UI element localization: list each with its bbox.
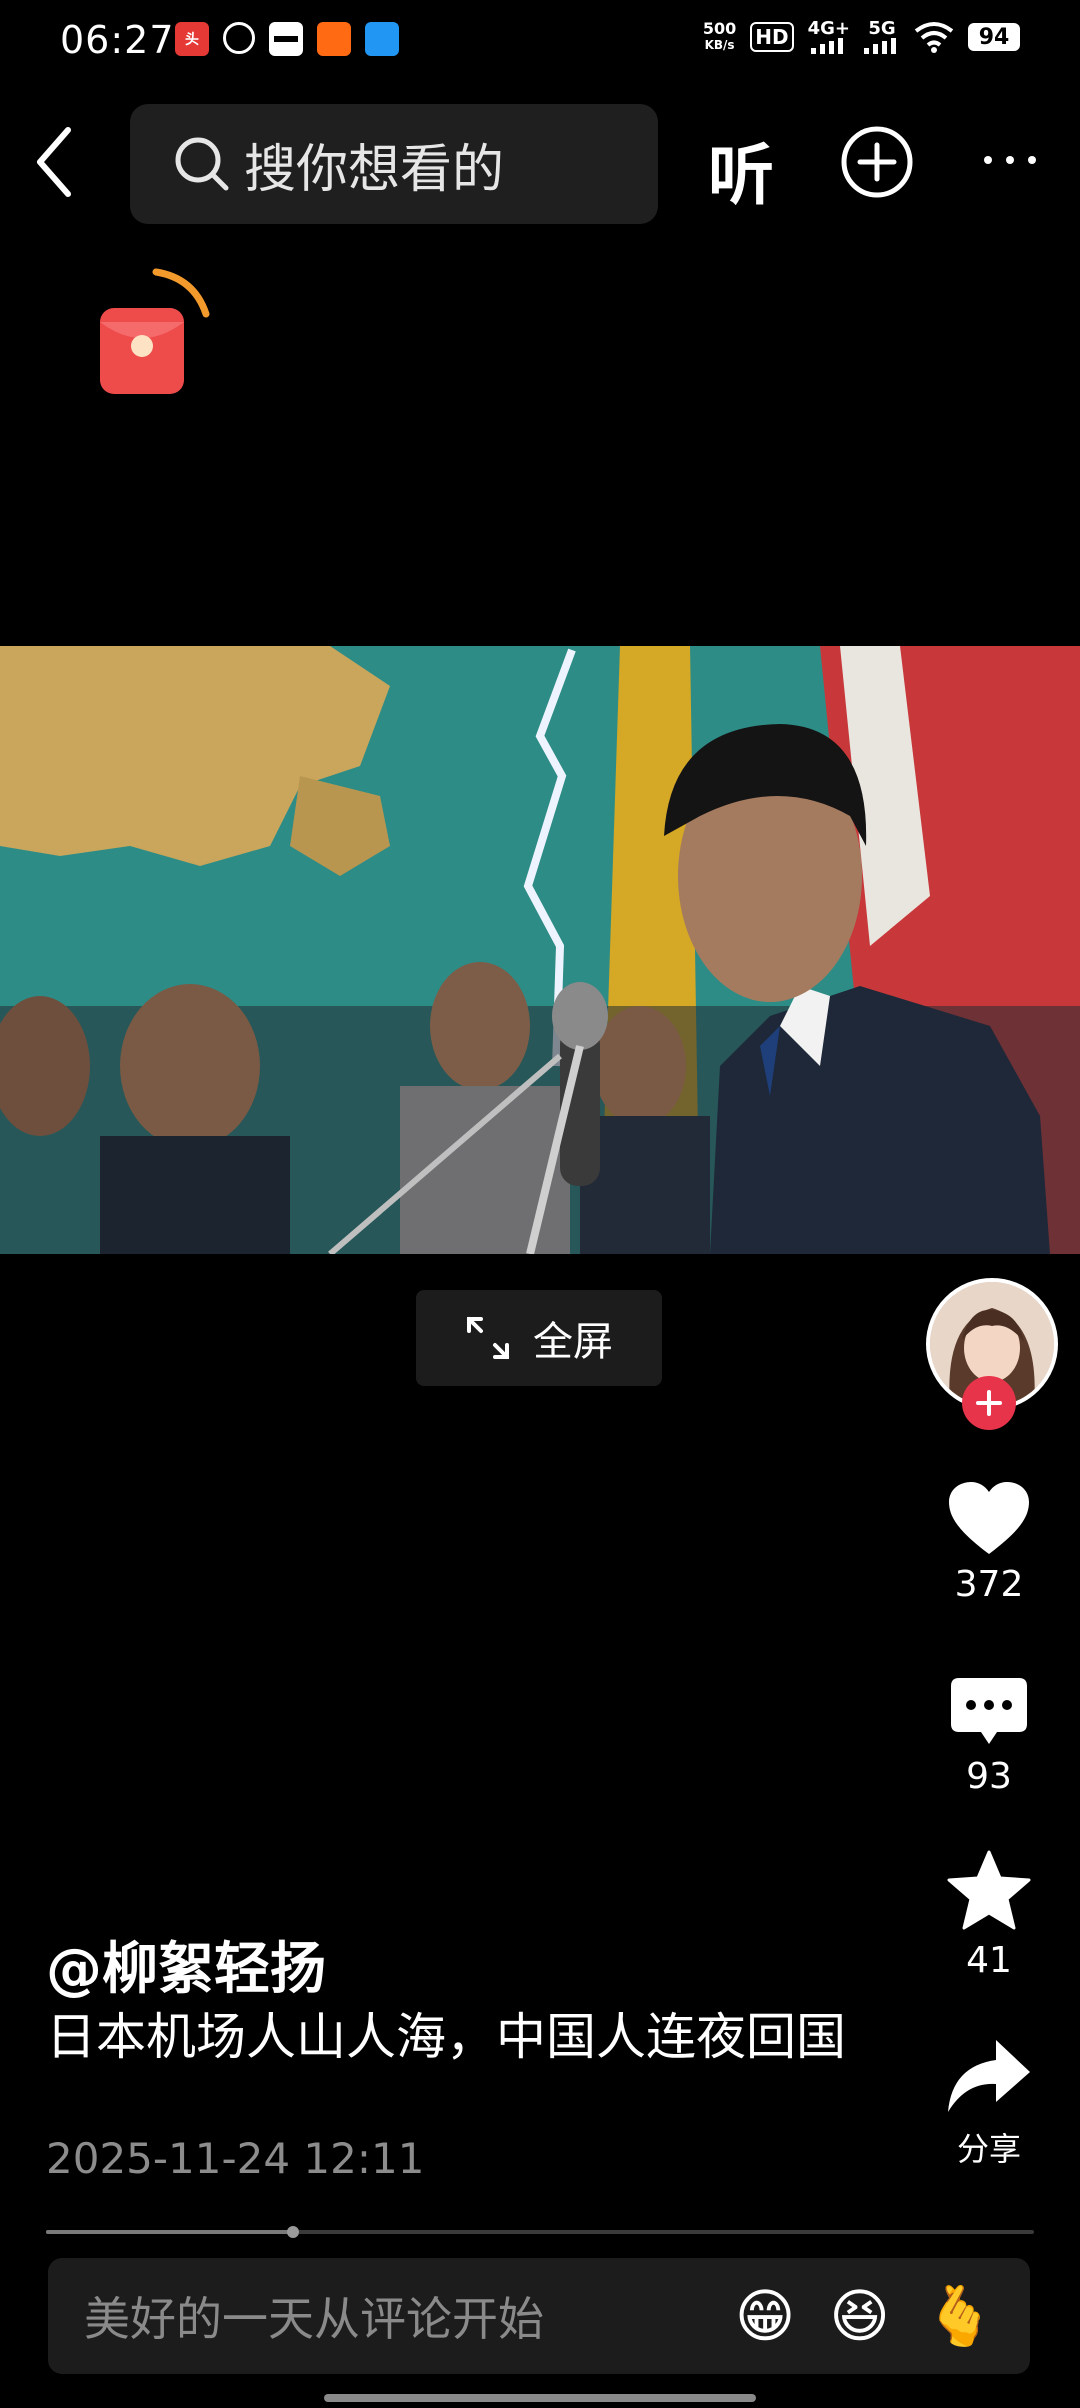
system-icons: 500 KB/s HD 4G+ 5G 94	[703, 20, 1020, 54]
toutiao-icon: 头	[175, 22, 209, 56]
back-button[interactable]	[28, 122, 84, 202]
expand-icon	[467, 1317, 509, 1359]
listen-button[interactable]: 听	[708, 122, 774, 218]
post-timestamp: 2025-11-24 12:11	[46, 2134, 425, 2183]
finger-heart-emoji-button[interactable]: 🫰	[924, 2287, 996, 2345]
signal-5g: 5G	[864, 20, 900, 54]
favorite-button[interactable]: 41	[920, 1850, 1058, 1981]
favorite-count: 41	[966, 1940, 1012, 1981]
heart-icon	[949, 1482, 1029, 1554]
net-speed: 500 KB/s	[703, 21, 736, 53]
fullscreen-label: 全屏	[533, 1319, 613, 1365]
plus-circle-icon	[841, 126, 913, 198]
app-icon	[223, 22, 255, 54]
hd-badge: HD	[750, 22, 794, 52]
search-placeholder: 搜你想看的	[244, 139, 505, 200]
home-indicator[interactable]	[324, 2394, 756, 2402]
author-name[interactable]: @柳絮轻扬	[46, 1924, 326, 2005]
like-count: 372	[954, 1564, 1024, 1605]
status-time: 06:27	[60, 18, 175, 62]
share-button[interactable]: 分享	[920, 2038, 1058, 2170]
signal-4g: 4G+	[808, 20, 850, 54]
bus-card-icon	[269, 22, 303, 56]
comment-button[interactable]: 93	[920, 1676, 1058, 1797]
plus-icon	[976, 1390, 1002, 1416]
more-icon	[984, 156, 1036, 164]
signal-bars-icon	[864, 38, 896, 54]
progress-thumb[interactable]	[287, 2226, 299, 2238]
grin-emoji-button[interactable]: 😁	[735, 2287, 795, 2345]
signal-bars-icon	[810, 38, 843, 54]
search-icon	[175, 137, 229, 191]
comment-input[interactable]: 美好的一天从评论开始 😁 😆 🫰	[48, 2258, 1030, 2374]
browser-icon	[365, 22, 399, 56]
comment-placeholder: 美好的一天从评论开始	[84, 2292, 544, 2346]
net-speed-value: 500	[702, 19, 737, 38]
fullscreen-button[interactable]: 全屏	[416, 1290, 662, 1386]
laugh-emoji-button[interactable]: 😆	[829, 2287, 889, 2345]
taobao-icon	[317, 22, 351, 56]
red-packet-widget[interactable]	[96, 268, 216, 408]
video-player[interactable]	[0, 646, 1080, 1254]
notification-icons: 头	[175, 22, 399, 56]
post-description: 日本机场人山人海，中国人连夜回国	[46, 2008, 846, 2066]
red-packet-icon	[100, 268, 210, 394]
share-arrow-icon	[948, 2040, 1030, 2112]
share-label: 分享	[956, 2130, 1021, 2168]
network-5g-label: 5G	[868, 18, 896, 39]
net-speed-unit: KB/s	[704, 38, 735, 52]
comment-icon	[951, 1678, 1027, 1744]
follow-button[interactable]	[962, 1376, 1016, 1430]
video-frame	[0, 646, 1080, 1254]
battery-indicator: 94	[968, 23, 1020, 51]
more-button[interactable]	[980, 140, 1040, 180]
star-icon	[947, 1850, 1031, 1930]
like-button[interactable]: 372	[920, 1480, 1058, 1605]
chevron-left-icon	[37, 127, 71, 197]
comment-count: 93	[966, 1756, 1012, 1797]
add-button[interactable]	[840, 125, 914, 199]
search-input[interactable]: 搜你想看的	[130, 104, 658, 224]
progress-fill	[46, 2230, 293, 2234]
network-4g-label: 4G+	[807, 18, 850, 39]
wifi-icon	[914, 22, 954, 53]
